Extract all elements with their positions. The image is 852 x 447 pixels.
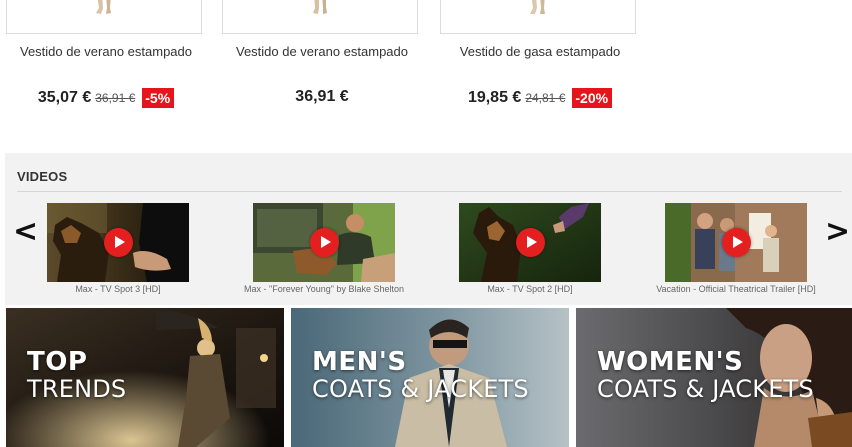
banner-title: MEN'S (312, 347, 407, 377)
product-prices: 19,85 € 24,81 € -20% (440, 88, 640, 108)
video-thumbnail[interactable] (665, 203, 807, 282)
banner-womens-coats[interactable]: WOMEN'S COATS & JACKETS (576, 308, 852, 447)
product-old-price: 24,81 € (525, 91, 566, 105)
product-prices: 35,07 € 36,91 € -5% (6, 88, 206, 108)
chevron-right-icon[interactable]: > (825, 217, 850, 247)
play-icon[interactable] (516, 228, 545, 257)
video-thumbnail[interactable] (253, 203, 395, 282)
divider (17, 191, 842, 192)
video-caption[interactable]: Vacation - Official Theatrical Trailer [… (605, 284, 852, 294)
banner-top-trends[interactable]: TOP TRENDS (6, 308, 284, 447)
video-thumbnail[interactable] (459, 203, 601, 282)
banner-mens-coats[interactable]: MEN'S COATS & JACKETS (291, 308, 569, 447)
videos-title: VIDEOS (17, 169, 68, 184)
product-price: 19,85 € (467, 89, 522, 106)
product-prices: 36,91 € (222, 88, 422, 106)
product-image[interactable] (222, 0, 418, 34)
video-item[interactable]: Max - TV Spot 2 [HD] (459, 203, 601, 294)
banner-subtitle: TRENDS (27, 375, 127, 403)
video-item[interactable]: Vacation - Official Theatrical Trailer [… (656, 203, 816, 294)
product-name[interactable]: Vestido de verano estampado (222, 44, 422, 59)
chevron-left-icon[interactable]: < (13, 217, 38, 247)
banner-title: TOP (27, 347, 88, 377)
play-icon[interactable] (722, 228, 751, 257)
videos-section: VIDEOS < > Max - TV Spot 3 [HD] Max - "F… (5, 153, 852, 305)
video-item[interactable]: Max - "Forever Young" by Blake Shelton (244, 203, 404, 294)
product-name[interactable]: Vestido de verano estampado (6, 44, 206, 59)
product-price: 36,91 € (295, 88, 349, 105)
product-old-price: 36,91 € (95, 91, 136, 105)
product-name[interactable]: Vestido de gasa estampado (440, 44, 640, 59)
discount-badge: -20% (572, 88, 613, 108)
play-icon[interactable] (104, 228, 133, 257)
product-image[interactable] (440, 0, 636, 34)
product-list: Vestido de verano estampado 35,07 € 36,9… (0, 0, 852, 152)
banner-title: WOMEN'S (597, 347, 744, 377)
video-item[interactable]: Max - TV Spot 3 [HD] (47, 203, 189, 294)
banner-subtitle: COATS & JACKETS (312, 375, 529, 403)
play-icon[interactable] (310, 228, 339, 257)
banner-subtitle: COATS & JACKETS (597, 375, 814, 403)
product-image[interactable] (6, 0, 202, 34)
product-price: 35,07 € (37, 89, 92, 106)
discount-badge: -5% (142, 88, 175, 108)
video-thumbnail[interactable] (47, 203, 189, 282)
